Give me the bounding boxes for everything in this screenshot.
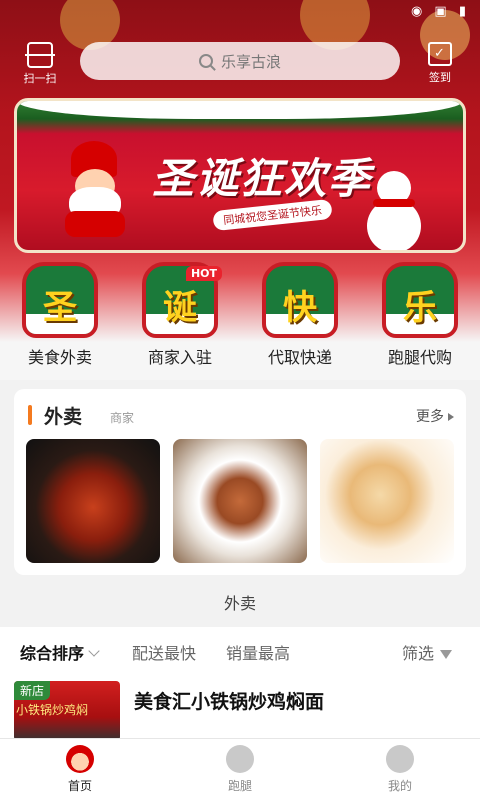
nav-home[interactable]: 首页 xyxy=(30,745,130,794)
christmas-badge-icon: 圣 xyxy=(22,262,98,338)
santa-home-icon xyxy=(66,745,94,773)
food-image-chicken-pot[interactable] xyxy=(26,439,160,563)
takeaway-caption: 外卖 xyxy=(223,594,256,613)
scan-label: 扫一扫 xyxy=(23,72,57,85)
category-merchant-join[interactable]: HOT 诞 商家入驻 xyxy=(130,262,230,368)
user-icon xyxy=(386,745,414,773)
christmas-badge-icon: 乐 xyxy=(382,262,458,338)
category-label: 美食外卖 xyxy=(27,348,92,367)
store-thumbnail: 新店 小铁锅炒鸡焖 xyxy=(14,681,120,741)
nav-label: 首页 xyxy=(67,779,92,793)
sort-fastest-delivery[interactable]: 配送最快 xyxy=(132,640,196,664)
category-errand-purchase[interactable]: 乐 跑腿代购 xyxy=(370,262,470,368)
santa-illustration xyxy=(57,141,133,237)
christmas-banner[interactable]: 圣诞狂欢季 同城祝您圣诞节快乐 xyxy=(14,98,466,253)
nav-mine[interactable]: 我的 xyxy=(350,745,450,794)
category-label: 跑腿代购 xyxy=(387,348,452,367)
badge-char: 诞 xyxy=(163,288,197,328)
hot-badge: HOT xyxy=(185,266,222,281)
category-parcel-pickup[interactable]: 快 代取快递 xyxy=(250,262,350,368)
search-icon xyxy=(198,54,213,68)
takeaway-title: 外卖 xyxy=(44,406,83,428)
takeaway-card: 外卖 商家 更多 xyxy=(14,389,466,575)
sort-bar: 综合排序 配送最快 销量最高 筛选 xyxy=(0,627,480,675)
snowman-illustration xyxy=(363,171,423,250)
nav-errand[interactable]: 跑腿 xyxy=(190,745,290,794)
new-store-tag: 新店 xyxy=(14,681,51,700)
more-link[interactable]: 更多 xyxy=(416,406,454,426)
more-label: 更多 xyxy=(416,409,444,425)
category-label: 代取快递 xyxy=(267,348,332,367)
section-accent-bar xyxy=(28,405,32,425)
chevron-down-icon xyxy=(88,645,100,657)
badge-char: 快 xyxy=(283,288,317,328)
nav-label: 我的 xyxy=(387,779,412,793)
nav-label: 跑腿 xyxy=(227,779,252,793)
banner-title: 圣诞狂欢季 xyxy=(151,154,372,203)
category-grid: 圣 美食外卖 HOT 诞 商家入驻 快 代取快递 乐 跑腿代购 xyxy=(0,262,480,372)
category-food-delivery[interactable]: 圣 美食外卖 xyxy=(10,262,110,368)
badge-char: 乐 xyxy=(403,288,437,328)
delivery-scooter-icon xyxy=(226,745,254,773)
snow-decoration xyxy=(17,101,463,119)
scan-button[interactable]: 扫一扫 xyxy=(18,42,62,86)
search-placeholder: 乐享古浪 xyxy=(220,52,281,71)
food-image-pork-rice[interactable] xyxy=(173,439,307,563)
funnel-icon xyxy=(440,650,453,659)
christmas-badge-icon: 快 xyxy=(262,262,338,338)
filter-label: 筛选 xyxy=(402,644,435,663)
calendar-check-icon xyxy=(428,42,452,66)
food-image-dumplings[interactable] xyxy=(320,439,454,563)
status-icons: ◉ ▣ ▮ xyxy=(410,4,470,19)
store-list-item[interactable]: 新店 小铁锅炒鸡焖 美食汇小铁锅炒鸡焖面 xyxy=(0,675,480,741)
scan-icon xyxy=(25,42,55,68)
sort-top-sales[interactable]: 销量最高 xyxy=(226,640,290,664)
sort-comprehensive[interactable]: 综合排序 xyxy=(20,640,100,664)
badge-char: 圣 xyxy=(43,288,77,328)
store-sign: 小铁锅炒鸡焖 xyxy=(16,703,89,717)
category-label: 商家入驻 xyxy=(147,348,212,367)
store-name: 美食汇小铁锅炒鸡焖面 xyxy=(134,691,325,713)
bottom-nav: 首页 跑腿 我的 xyxy=(0,738,480,800)
checkin-label: 签到 xyxy=(429,71,451,84)
arrow-right-icon xyxy=(448,413,454,421)
filter-button[interactable]: 筛选 xyxy=(402,640,453,664)
status-bar: ◉ ▣ ▮ xyxy=(0,0,480,26)
checkin-button[interactable]: 签到 xyxy=(418,42,462,85)
search-bar[interactable]: 乐享古浪 xyxy=(80,42,400,80)
takeaway-subtitle: 商家 xyxy=(110,411,135,425)
sort-label: 综合排序 xyxy=(20,644,85,663)
